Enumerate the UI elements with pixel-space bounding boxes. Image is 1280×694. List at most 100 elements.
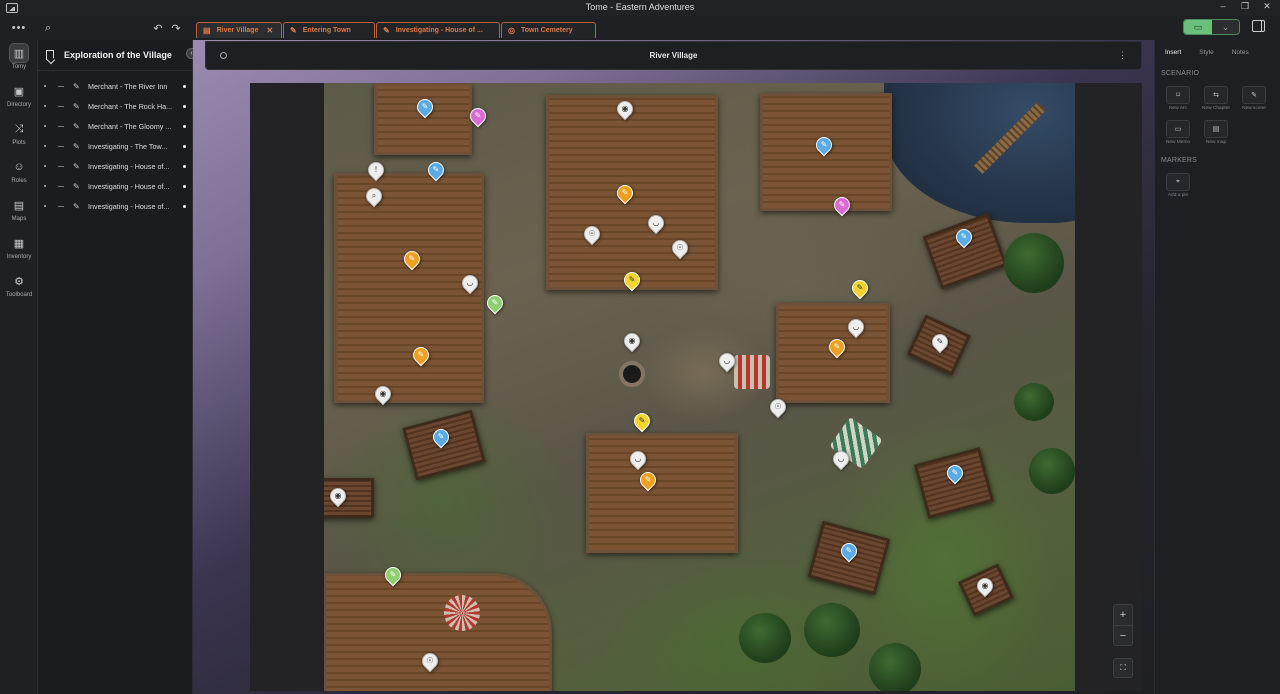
close-button[interactable]: ✕ [1260,1,1274,12]
map-pin[interactable]: ◡ [644,211,668,237]
map-pin[interactable]: ✎ [409,343,433,369]
list-item-label: Merchant - The Rock Ha... [88,101,173,111]
list-item[interactable]: ✎ Investigating - House of... [38,196,193,216]
chapter-icon: ⇆ [1204,86,1228,104]
map-pin[interactable]: ✎ [812,133,836,159]
tool-label: New map [1205,140,1227,145]
village-well [619,361,645,387]
new-scene-button[interactable]: ✎ New scene [1241,86,1267,111]
map-pin[interactable]: ☉ [580,222,604,248]
map-pin[interactable]: ✎ [943,461,967,487]
rail-label: Plots [12,140,26,146]
bookmark-icon [46,50,54,60]
map-pin[interactable]: ✎ [825,335,849,361]
map-pin[interactable]: ◉ [326,484,350,510]
tab-town-cemetery[interactable]: ◎ Town Cemetery [501,22,596,38]
map-pin[interactable]: ✎ [613,181,637,207]
right-panel-toggle-icon[interactable] [1252,20,1265,32]
rail-item-inventory[interactable]: ▦ Inventory [0,234,38,268]
view-toggle[interactable]: ▭ ⌄ [1183,19,1240,35]
map-header: River Village ⋮ [205,41,1142,70]
map-pin[interactable]: ✎ [413,95,437,121]
map-pin[interactable]: ⌕ [362,184,386,210]
map-pin[interactable]: ◡ [844,315,868,341]
new-arc-button[interactable]: ⌑ New Arc [1165,86,1191,111]
map-pin[interactable]: ✎ [630,409,654,435]
rail-item-tomy[interactable]: ▥ Tomy [0,43,38,78]
add-pin-button[interactable]: ⌖ Add a pin [1165,173,1191,198]
map-pin[interactable]: ◡ [829,447,853,473]
tab-entering-town[interactable]: ✎ Entering Town [283,22,375,38]
undo-icon[interactable]: ↶ [150,20,166,36]
minimize-button[interactable]: – [1216,1,1230,11]
more-menu-button[interactable]: ••• [10,20,28,36]
map-canvas: River Village ⋮ ✎ ✎ ! ✎ ⌕ ◉ ✎ ✎ ✎ ◡ ☉ ☉ … [193,40,1154,694]
navigation-rail: ▥ Tomy ▣ Directory ⤨ Plots ☺ Roles ▤ Map… [0,40,38,694]
tab-investigating-house[interactable]: ✎ Investigating - House of ... [376,22,500,38]
map-pin[interactable]: ☉ [766,395,790,421]
rail-label: Maps [11,216,27,222]
new-memo-button[interactable]: ▭ New Memo [1165,120,1191,145]
tab-notes[interactable]: Notes [1232,49,1249,56]
map-pin[interactable]: ✎ [636,468,660,494]
close-icon[interactable]: ✕ [266,26,273,35]
map-pin[interactable]: ☉ [668,236,692,262]
map-pin[interactable]: ✎ [483,291,507,317]
rail-item-maps[interactable]: ▤ Maps [0,196,38,230]
rail-label: Tomy [11,64,27,70]
list-item[interactable]: ✎ Investigating - House of... [38,176,193,196]
map-pin[interactable]: ✎ [429,425,453,451]
list-item[interactable]: ✎ Merchant - The Gloomy ... [38,116,193,136]
list-item[interactable]: ✎ Merchant - The River Inn [38,76,193,96]
status-dot [183,124,186,128]
chevron-down-icon[interactable]: ⌄ [1212,20,1239,34]
more-options-icon[interactable]: ⋮ [1118,50,1127,61]
window-title: Tome - Eastern Adventures [585,2,695,12]
redo-icon[interactable]: ↷ [168,20,184,36]
zoom-out-button[interactable]: − [1114,625,1132,645]
roles-icon: ☺ [13,161,25,173]
map-pin[interactable]: ◉ [620,329,644,355]
tab-insert[interactable]: Insert [1165,49,1181,56]
rail-item-roles[interactable]: ☺ Roles [0,158,38,192]
tab-river-village[interactable]: ▤ River Village ✕ [196,22,282,38]
new-map-button[interactable]: ▤ New map [1203,120,1229,145]
maximize-button[interactable]: ❐ [1238,1,1252,12]
map-pin[interactable]: ✎ [620,268,644,294]
map-pin[interactable]: ✎ [848,276,872,302]
map-pin[interactable]: ◉ [613,97,637,123]
fit-to-screen-button[interactable]: ⛶ [1113,658,1133,678]
map-icon: ▤ [13,199,25,212]
folder-icon[interactable]: ▭ [1184,20,1212,34]
map-pin[interactable]: ✎ [830,193,854,219]
map-pin[interactable]: ✎ [928,330,952,356]
new-chapter-button[interactable]: ⇆ New Chapter [1202,86,1230,111]
map-pin[interactable]: ✎ [952,225,976,251]
feather-icon: ✎ [845,546,853,555]
list-item[interactable]: ✎ Investigating - The Tow... [38,136,193,156]
map-pin[interactable]: ✎ [424,158,448,184]
map-pin[interactable]: ✎ [466,104,490,130]
map-pin[interactable]: ! [364,158,388,184]
map-pin[interactable]: ◉ [371,382,395,408]
tab-style[interactable]: Style [1199,49,1213,56]
feather-icon: ✎ [644,475,652,484]
feather-icon: ✎ [73,81,80,91]
map-pin[interactable]: ☉ [418,649,442,675]
map-pin[interactable]: ◡ [715,349,739,375]
map-pin[interactable]: ◡ [458,271,482,297]
feather-icon: ✎ [833,342,841,351]
rail-item-directory[interactable]: ▣ Directory [0,82,38,116]
map-pin[interactable]: ✎ [837,539,861,565]
rail-item-toolboard[interactable]: ⚙ Toolboard [0,272,38,306]
list-item[interactable]: ✎ Investigating - House of... [38,156,193,176]
map-pin[interactable]: ◉ [973,574,997,600]
rail-item-plots[interactable]: ⤨ Plots [0,120,38,154]
map-pin[interactable]: ◡ [626,447,650,473]
map-pin[interactable]: ✎ [400,247,424,273]
village-map-image[interactable]: ✎ ✎ ! ✎ ⌕ ◉ ✎ ✎ ✎ ◡ ☉ ☉ ✎ ✎ ✎ ◡ ✎ ✎ ◡ ✎ … [324,83,1075,691]
map-pin[interactable]: ✎ [381,563,405,589]
search-icon[interactable]: ⌕ [40,20,56,36]
zoom-in-button[interactable]: + [1114,605,1132,625]
list-item[interactable]: ✎ Merchant - The Rock Ha... [38,96,193,116]
